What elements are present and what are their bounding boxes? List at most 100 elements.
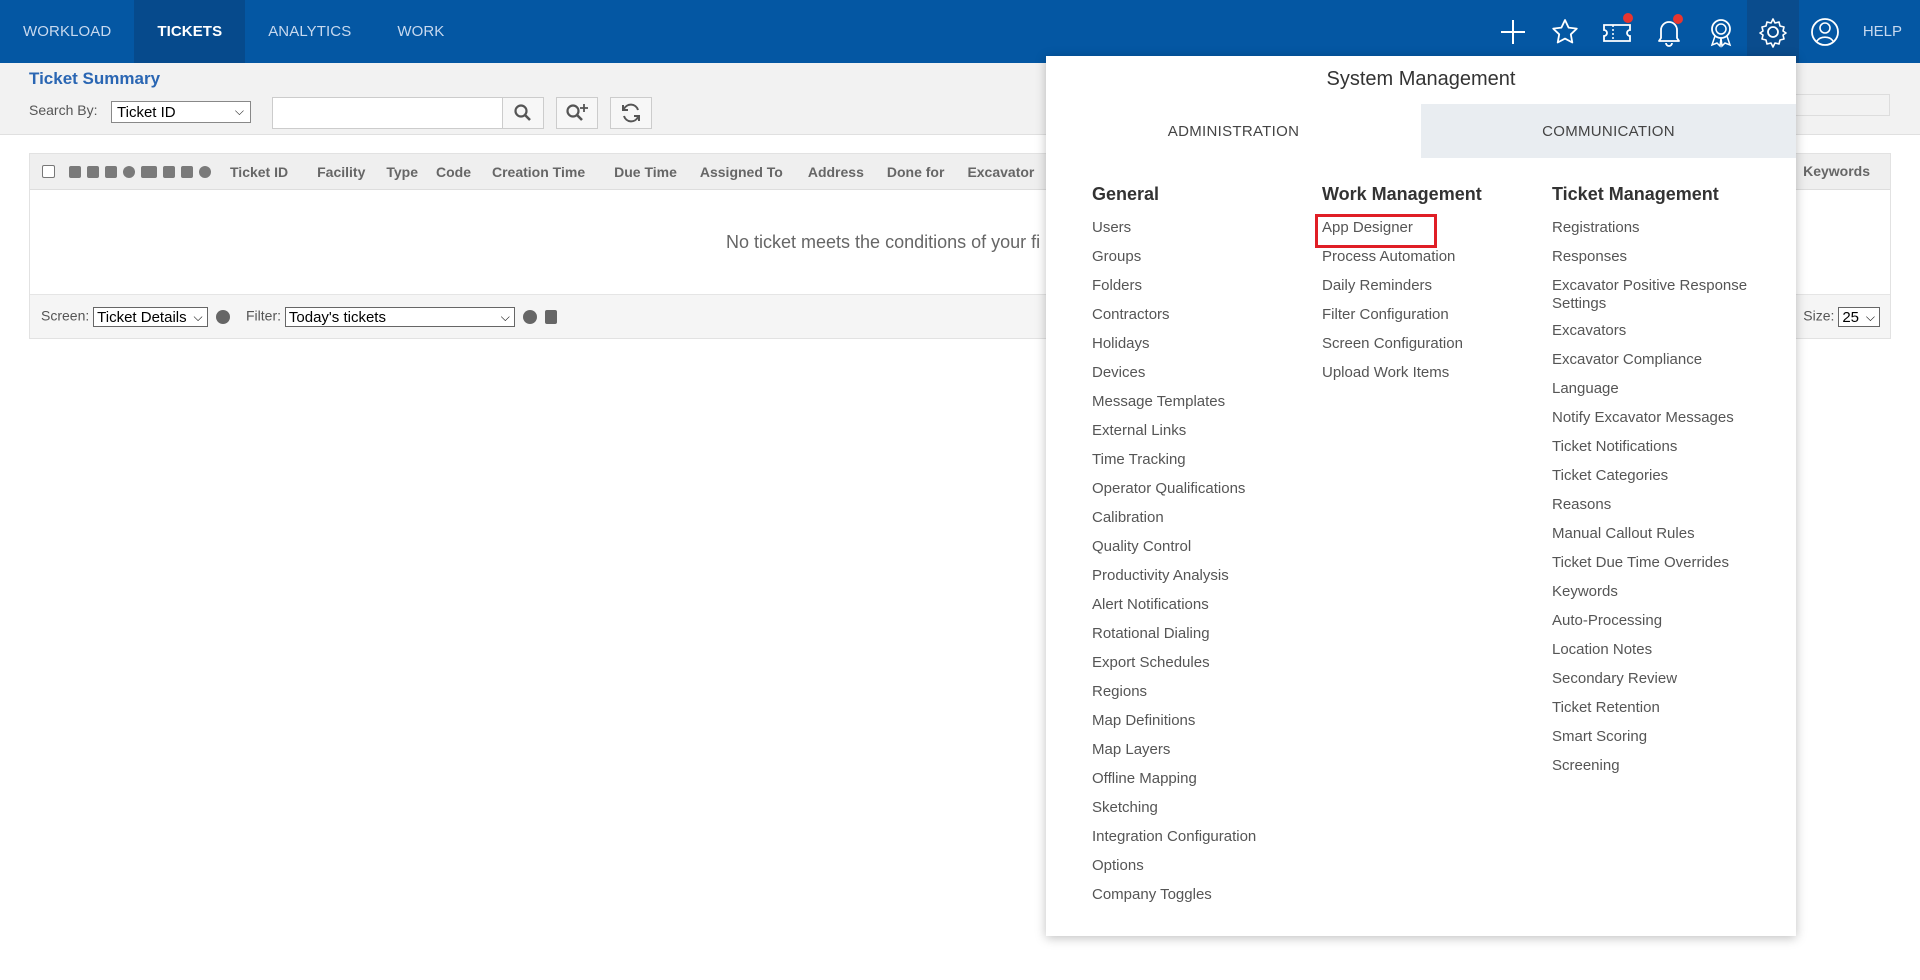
nav-tab-workload[interactable]: WORKLOAD — [0, 0, 134, 63]
screen-control: Screen: Ticket Details ⌵ — [41, 307, 230, 327]
menu-item-ticket-categories[interactable]: Ticket Categories — [1552, 467, 1757, 496]
menu-item-ticket-notifications[interactable]: Ticket Notifications — [1552, 438, 1757, 467]
menu-item-excavators[interactable]: Excavators — [1552, 322, 1757, 351]
screen-select[interactable]: Ticket Details ⌵ — [93, 307, 208, 327]
column-header[interactable]: Due Time — [594, 164, 686, 180]
menu-item-regions[interactable]: Regions — [1092, 683, 1297, 712]
menu-item-notify-excavator-messages[interactable]: Notify Excavator Messages — [1552, 409, 1757, 438]
search-by-value: Ticket ID — [117, 103, 176, 121]
search-input[interactable] — [272, 97, 503, 129]
search-by-select[interactable]: Ticket ID ⌵ — [111, 101, 251, 123]
menu-item-auto-processing[interactable]: Auto-Processing — [1552, 612, 1757, 641]
menu-item-folders[interactable]: Folders — [1092, 277, 1297, 306]
refresh-button[interactable] — [610, 97, 652, 129]
menu-item-keywords[interactable]: Keywords — [1552, 583, 1757, 612]
menu-item-calibration[interactable]: Calibration — [1092, 509, 1297, 538]
column-header[interactable]: Address — [792, 164, 873, 180]
column-header[interactable]: Facility — [297, 164, 374, 180]
bell-icon[interactable] — [1643, 0, 1695, 63]
menu-item-process-automation[interactable]: Process Automation — [1322, 248, 1527, 277]
menu-item-screen-configuration[interactable]: Screen Configuration — [1322, 335, 1527, 364]
menu-item-map-definitions[interactable]: Map Definitions — [1092, 712, 1297, 741]
menu-item-productivity-analysis[interactable]: Productivity Analysis — [1092, 567, 1297, 596]
menu-item-sketching[interactable]: Sketching — [1092, 799, 1297, 828]
column-header[interactable]: Creation Time — [480, 164, 594, 180]
menu-item-export-schedules[interactable]: Export Schedules — [1092, 654, 1297, 683]
menu-item-alert-notifications[interactable]: Alert Notifications — [1092, 596, 1297, 625]
column-header[interactable]: Done for — [873, 164, 954, 180]
plus-icon[interactable] — [1487, 0, 1539, 63]
status-icons — [69, 165, 211, 178]
column-header[interactable]: Assigned To — [686, 164, 792, 180]
system-management-panel: System Management ADMINISTRATION COMMUNI… — [1046, 56, 1796, 936]
award-icon[interactable] — [1695, 0, 1747, 63]
menu-item-daily-reminders[interactable]: Daily Reminders — [1322, 277, 1527, 306]
filter-clear-icon[interactable] — [544, 310, 557, 324]
nav-tab-work[interactable]: WORK — [374, 0, 467, 63]
screen-settings-icon[interactable] — [215, 310, 230, 324]
menu-heading: General — [1092, 184, 1160, 204]
menu-item-location-notes[interactable]: Location Notes — [1552, 641, 1757, 670]
user-icon[interactable] — [1799, 0, 1851, 63]
column-header[interactable]: Keywords — [1803, 163, 1870, 179]
menu-item-excavator-compliance[interactable]: Excavator Compliance — [1552, 351, 1757, 380]
menu-item-message-templates[interactable]: Message Templates — [1092, 393, 1297, 422]
nav-tab-analytics[interactable]: ANALYTICS — [245, 0, 374, 63]
menu-item-quality-control[interactable]: Quality Control — [1092, 538, 1297, 567]
menu-item-integration-configuration[interactable]: Integration Configuration — [1092, 828, 1297, 857]
page-size-label: Size: — [1803, 307, 1835, 324]
advanced-search-button[interactable] — [556, 97, 598, 129]
menu-column-general: General Users Groups Folders Contractors Hol… — [1092, 184, 1297, 915]
menu-item-offline-mapping[interactable]: Offline Mapping — [1092, 770, 1297, 799]
star-icon[interactable] — [1539, 0, 1591, 63]
tab-communication[interactable]: COMMUNICATION — [1421, 104, 1796, 158]
help-link[interactable]: HELP — [1851, 23, 1920, 40]
menu-item-reasons[interactable]: Reasons — [1552, 496, 1757, 525]
menu-item-smart-scoring[interactable]: Smart Scoring — [1552, 728, 1757, 757]
search-by-label: Search By: — [29, 102, 98, 118]
menu-item-responses[interactable]: Responses — [1552, 248, 1757, 277]
filter-select[interactable]: Today's tickets ⌵ — [284, 307, 515, 327]
top-navigation-bar: WORKLOAD TICKETS ANALYTICS WORK HELP — [0, 0, 1920, 63]
column-header[interactable]: Excavator — [953, 164, 1043, 180]
menu-item-operator-qualifications[interactable]: Operator Qualifications — [1092, 480, 1297, 509]
search-button[interactable] — [502, 97, 544, 129]
gear-icon[interactable] — [1746, 0, 1799, 63]
menu-item-ticket-retention[interactable]: Ticket Retention — [1552, 699, 1757, 728]
menu-item-options[interactable]: Options — [1092, 857, 1297, 886]
filter-control: Filter: Today's tickets ⌵ — [246, 307, 557, 327]
ticket-icon[interactable] — [1591, 0, 1643, 63]
select-all-checkbox[interactable] — [42, 165, 55, 178]
menu-item-rotational-dialing[interactable]: Rotational Dialing — [1092, 625, 1297, 654]
menu-item-screening[interactable]: Screening — [1552, 757, 1757, 786]
menu-item-company-toggles[interactable]: Company Toggles — [1092, 886, 1297, 915]
menu-item-upload-work-items[interactable]: Upload Work Items — [1322, 364, 1527, 393]
menu-item-devices[interactable]: Devices — [1092, 364, 1297, 393]
menu-item-secondary-review[interactable]: Secondary Review — [1552, 670, 1757, 699]
filter-settings-icon[interactable] — [522, 310, 537, 324]
menu-item-groups[interactable]: Groups — [1092, 248, 1297, 277]
column-header[interactable]: Code — [427, 164, 480, 180]
notification-dot — [1622, 13, 1633, 23]
menu-item-excavator-positive-response-settings[interactable]: Excavator Positive Response Settings — [1552, 277, 1757, 322]
nav-actions: HELP — [1487, 0, 1920, 63]
menu-item-filter-configuration[interactable]: Filter Configuration — [1322, 306, 1527, 335]
menu-item-registrations[interactable]: Registrations — [1552, 219, 1757, 248]
menu-item-map-layers[interactable]: Map Layers — [1092, 741, 1297, 770]
right-select[interactable] — [1790, 94, 1890, 116]
menu-item-holidays[interactable]: Holidays — [1092, 335, 1297, 364]
menu-item-time-tracking[interactable]: Time Tracking — [1092, 451, 1297, 480]
menu-item-users[interactable]: Users — [1092, 219, 1297, 248]
menu-item-manual-callout-rules[interactable]: Manual Callout Rules — [1552, 525, 1757, 554]
page-size-select[interactable]: 25 ⌵ — [1838, 307, 1880, 327]
menu-item-language[interactable]: Language — [1552, 380, 1757, 409]
tab-administration[interactable]: ADMINISTRATION — [1046, 104, 1421, 158]
menu-item-ticket-due-time-overrides[interactable]: Ticket Due Time Overrides — [1552, 554, 1757, 583]
column-header[interactable]: Ticket ID — [221, 164, 297, 180]
page-size-value: 25 — [1842, 309, 1859, 326]
nav-tab-tickets[interactable]: TICKETS — [134, 0, 246, 63]
chevron-down-icon: ⌵ — [193, 310, 203, 324]
menu-item-contractors[interactable]: Contractors — [1092, 306, 1297, 335]
column-header[interactable]: Type — [374, 164, 427, 180]
menu-item-external-links[interactable]: External Links — [1092, 422, 1297, 451]
